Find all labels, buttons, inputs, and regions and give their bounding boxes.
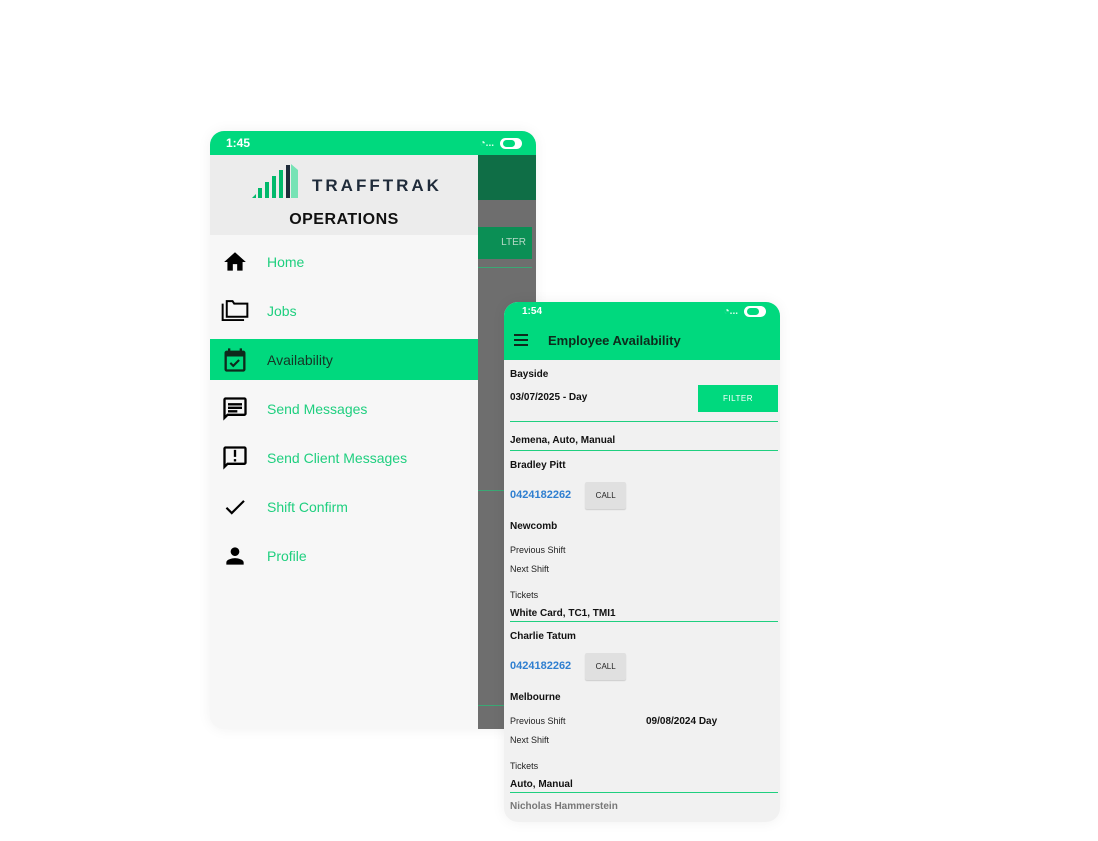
availability-phone-screen: 1:54 ◔... Employee Availability Bayside … xyxy=(504,302,780,822)
next-shift-label: Next Shift xyxy=(510,564,550,574)
drawer-header: TRAFFTRAK OPERATIONS xyxy=(210,155,478,235)
page-title: Employee Availability xyxy=(548,332,681,348)
calendar-check-icon xyxy=(221,346,249,374)
employee-suburb: Newcomb xyxy=(510,521,558,532)
previous-shift-label: Previous Shift xyxy=(510,716,566,726)
hamburger-menu-icon[interactable] xyxy=(514,331,528,349)
employee-card: Charlie Tatum 0424182262 CALL Melbourne … xyxy=(510,622,778,793)
status-time: 1:54 xyxy=(522,305,543,317)
menu-item-label: Send Messages xyxy=(267,400,368,417)
trafftrak-logo: TRAFFTRAK xyxy=(252,164,442,198)
home-icon xyxy=(221,248,249,276)
location-label: Bayside xyxy=(510,369,549,380)
filter-button[interactable]: FILTER xyxy=(698,385,778,412)
drawer-menu: Home Jobs Availability Send Messages Sen… xyxy=(210,241,478,584)
person-icon xyxy=(221,542,249,570)
tickets-label: Tickets xyxy=(510,590,539,600)
battery-icon xyxy=(744,305,766,317)
section-title: OPERATIONS xyxy=(289,211,399,228)
previous-shift-value: 09/08/2024 Day xyxy=(646,716,718,727)
menu-item-label: Availability xyxy=(267,351,333,368)
employee-suburb: Melbourne xyxy=(510,692,561,703)
availability-content: Bayside 03/07/2025 - Day FILTER Jemena, … xyxy=(504,360,780,809)
status-bar: 1:54 ◔... xyxy=(504,302,780,320)
menu-item-label: Send Client Messages xyxy=(267,449,408,466)
background-filter-button: LTER xyxy=(478,227,532,259)
brand-name: TRAFFTRAK xyxy=(312,176,442,195)
tickets-label: Tickets xyxy=(510,761,539,771)
status-time: 1:45 xyxy=(226,136,251,150)
previous-shift-label: Previous Shift xyxy=(510,545,566,555)
menu-item-label: Profile xyxy=(267,547,307,564)
employee-name: Charlie Tatum xyxy=(510,631,576,642)
employee-name: Bradley Pitt xyxy=(510,460,566,471)
message-icon xyxy=(221,395,249,423)
menu-item-profile[interactable]: Profile xyxy=(210,535,478,576)
background-app-header xyxy=(478,155,536,200)
navigation-drawer: TRAFFTRAK OPERATIONS Home Jobs Availabil… xyxy=(210,155,478,729)
menu-item-home[interactable]: Home xyxy=(210,241,478,282)
menu-item-shift-confirm[interactable]: Shift Confirm xyxy=(210,486,478,527)
menu-item-send-messages[interactable]: Send Messages xyxy=(210,388,478,429)
call-button[interactable]: CALL xyxy=(585,481,627,509)
wifi-icon: ◔... xyxy=(479,137,494,149)
date-label: 03/07/2025 - Day xyxy=(510,392,588,403)
employee-phone-link[interactable]: 0424182262 xyxy=(510,660,571,672)
menu-item-label: Jobs xyxy=(267,302,297,319)
client-filter-label: Jemena, Auto, Manual xyxy=(510,435,616,446)
next-shift-label: Next Shift xyxy=(510,735,550,745)
menu-item-jobs[interactable]: Jobs xyxy=(210,290,478,331)
battery-icon xyxy=(500,137,522,149)
menu-item-label: Home xyxy=(267,253,305,270)
menu-item-label: Shift Confirm xyxy=(267,498,348,515)
logo-bars-icon xyxy=(252,164,298,198)
call-button[interactable]: CALL xyxy=(585,652,627,680)
menu-item-availability[interactable]: Availability xyxy=(210,339,478,380)
next-employee-name-partial: Nicholas Hammerstein xyxy=(510,801,618,809)
tickets-value: Auto, Manual xyxy=(510,779,573,790)
app-bar: Employee Availability xyxy=(504,320,780,360)
menu-item-send-client-messages[interactable]: Send Client Messages xyxy=(210,437,478,478)
tickets-value: White Card, TC1, TMI1 xyxy=(510,608,616,619)
employee-phone-link[interactable]: 0424182262 xyxy=(510,489,571,501)
drawer-phone-screen: 1:45 ◔... LTER TRAFFTRAK OPERATIONS Home… xyxy=(210,131,536,729)
status-bar: 1:45 ◔... xyxy=(210,131,536,155)
folders-icon xyxy=(221,297,249,325)
alert-message-icon xyxy=(221,444,249,472)
check-icon xyxy=(221,493,249,521)
employee-card: Bradley Pitt 0424182262 CALL Newcomb Pre… xyxy=(510,451,778,622)
wifi-icon: ◔... xyxy=(723,305,738,317)
